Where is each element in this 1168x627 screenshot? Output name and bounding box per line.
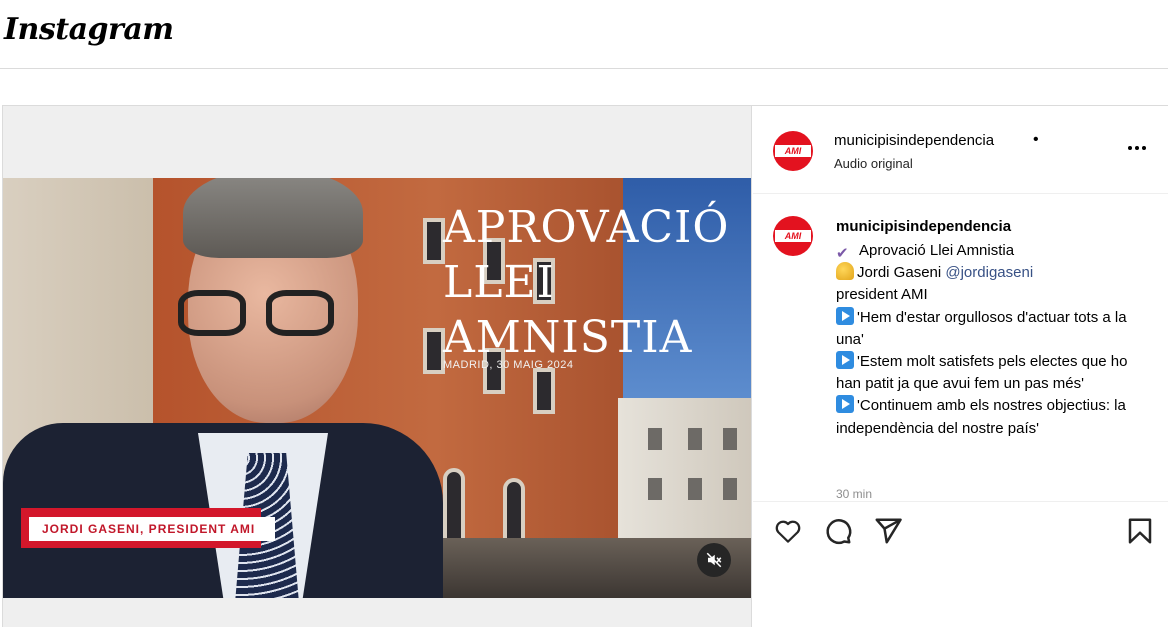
play-button-icon <box>836 395 854 414</box>
bell-icon <box>836 262 854 281</box>
video-lower-third: JORDI GASENI, PRESIDENT AMI <box>21 508 275 548</box>
headline-line: AMNISTIA <box>443 312 693 363</box>
post-username[interactable]: municipisindependencia <box>834 132 994 149</box>
comment-icon <box>826 519 852 545</box>
post-header: AMI municipisindependencia • Audio origi… <box>753 106 1168 194</box>
audio-link[interactable]: Audio original <box>834 156 913 171</box>
headline-line: APROVACIÓ <box>443 202 730 253</box>
post-card: APROVACIÓ LLEI AMNISTIA MADRID, 30 MAIG … <box>2 105 1168 627</box>
share-button[interactable] <box>873 516 905 548</box>
caption-line: 'Continuem amb els nostres objectius: la… <box>836 397 1126 437</box>
video-player[interactable]: APROVACIÓ LLEI AMNISTIA MADRID, 30 MAIG … <box>3 178 751 598</box>
avatar-logo-text: AMI <box>775 145 811 157</box>
headline-line: LLEI <box>443 257 555 308</box>
check-mark-icon: ✔ <box>836 245 849 262</box>
video-headline: APROVACIÓ LLEI AMNISTIA <box>443 200 730 365</box>
bookmark-icon <box>1128 518 1152 544</box>
play-button-icon <box>836 351 854 370</box>
avatar[interactable]: AMI <box>773 131 813 171</box>
like-button[interactable] <box>773 516 805 548</box>
mute-toggle-button[interactable] <box>697 543 731 577</box>
separator-dot: • <box>1033 131 1039 148</box>
caption-username[interactable]: municipisindependencia <box>836 218 1011 235</box>
post-media: APROVACIÓ LLEI AMNISTIA MADRID, 30 MAIG … <box>3 106 752 627</box>
paper-plane-icon <box>875 518 902 544</box>
instagram-logo[interactable]: Instagram <box>4 12 174 47</box>
post-timestamp[interactable]: 30 min <box>836 487 872 500</box>
caption-line: Jordi Gaseni <box>857 264 946 282</box>
video-subhead: MADRID, 30 MAIG 2024 <box>443 359 574 371</box>
mention-link[interactable]: @jordigaseni <box>945 264 1033 281</box>
caption-line: Aprovació Llei Amnistia <box>859 242 1015 259</box>
more-options-button[interactable] <box>1125 136 1149 160</box>
speaker-muted-icon <box>706 552 722 568</box>
comment-button[interactable] <box>823 516 855 548</box>
action-bar <box>753 501 1168 561</box>
caption-line: president AMI <box>836 286 928 304</box>
post-sidebar: AMI municipisindependencia • Audio origi… <box>753 106 1168 627</box>
caption-line: 'Estem molt satisfets pels electes que h… <box>836 353 1128 393</box>
caption-line: 'Hem d'estar orgullosos d'actuar tots a … <box>836 308 1127 348</box>
heart-icon <box>775 520 801 543</box>
lower-third-label: JORDI GASENI, PRESIDENT AMI <box>29 517 275 541</box>
caption-area: AMI municipisindependencia ✔ Aprovació Ll… <box>753 195 1168 500</box>
more-options-icon <box>1127 146 1148 150</box>
play-button-icon <box>836 306 854 325</box>
avatar[interactable]: AMI <box>773 216 813 256</box>
save-button[interactable] <box>1125 516 1157 548</box>
caption-text: ✔ Aprovació Llei Amnistia Jordi Gaseni @j… <box>836 240 1146 440</box>
avatar-logo-text: AMI <box>775 230 811 242</box>
top-navigation-bar: Instagram <box>0 0 1168 69</box>
